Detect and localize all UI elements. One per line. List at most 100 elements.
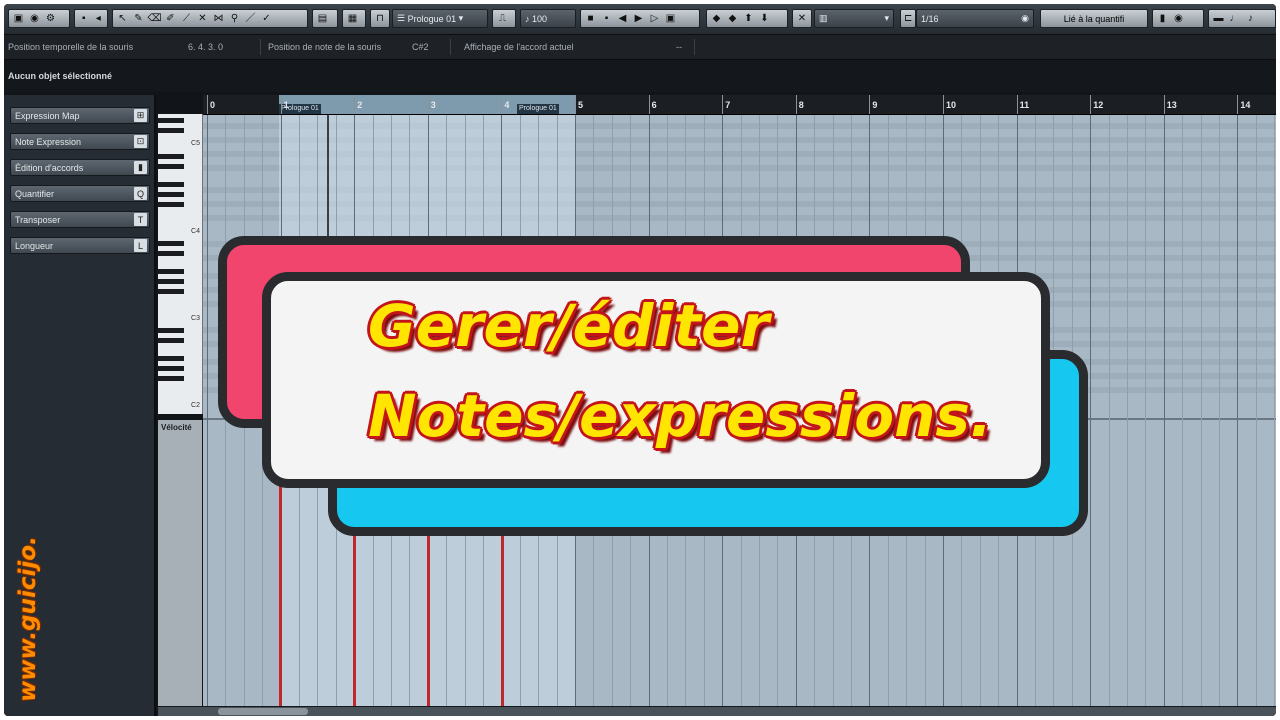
grid-line xyxy=(1200,115,1202,711)
ruler[interactable]: Prologue 01 Prologue 01 0 1 2 3 4 5 6 7 8 9 10 11 12… xyxy=(203,95,1276,115)
grid-line xyxy=(1274,115,1276,711)
ruler-bar-number: 7 xyxy=(725,100,731,110)
record-icon[interactable]: ■ xyxy=(584,12,597,25)
grid-line xyxy=(1237,115,1239,711)
black-key[interactable] xyxy=(158,289,184,294)
black-key[interactable] xyxy=(158,338,184,343)
ruler-bar-number: 1 xyxy=(283,100,289,110)
length-icon: L xyxy=(134,239,147,252)
rewind-icon[interactable]: ◀ xyxy=(616,12,629,25)
part-end-label: Prologue 01 xyxy=(517,104,559,114)
inspector-item-note-expression[interactable]: Note Expression ⊡ xyxy=(10,133,150,150)
midi-icon[interactable]: ⎍ xyxy=(496,12,509,25)
solo-icon[interactable]: ▪ xyxy=(78,12,90,25)
scissors-tool-icon[interactable]: ✕ xyxy=(196,12,209,25)
snap-icon[interactable]: ✕ xyxy=(796,12,808,25)
toolbar-group-autoscroll: ▤ xyxy=(312,9,338,28)
black-key[interactable] xyxy=(158,366,184,371)
black-key[interactable] xyxy=(158,128,184,133)
black-key[interactable] xyxy=(158,241,184,246)
inspector-item-quantize[interactable]: Quantifier Q xyxy=(10,185,150,202)
velocity-lane-header[interactable]: Vélocité xyxy=(158,420,202,710)
loop-icon[interactable]: ▣ xyxy=(664,12,677,25)
mouse-note-value: C#2 xyxy=(412,42,429,52)
inspector-item-label: Édition d'accords xyxy=(15,162,84,173)
note-icon[interactable]: ♩ xyxy=(1228,12,1241,25)
black-key[interactable] xyxy=(158,202,184,207)
length-selector[interactable]: Lié à la quantifi xyxy=(1040,9,1148,28)
autoscroll-icon[interactable]: ▤ xyxy=(316,12,329,25)
ruler-bar-number: 2 xyxy=(357,100,363,110)
arrow-tool-icon[interactable]: ↖ xyxy=(116,12,129,25)
trim-tool-icon[interactable]: ⟋ xyxy=(180,12,193,25)
part-list-icon[interactable]: ▦ xyxy=(346,12,359,25)
eighth-note-icon[interactable]: ♪ xyxy=(1244,12,1257,25)
feedback-icon[interactable]: ◂ xyxy=(93,12,105,25)
insert-velocity-field[interactable]: ♪ 100 xyxy=(520,9,576,28)
bars-icon[interactable]: ▮ xyxy=(1156,12,1169,25)
inspector-item-length[interactable]: Longueur L xyxy=(10,237,150,254)
eraser-tool-icon[interactable]: ⌫ xyxy=(147,12,161,25)
forward-icon[interactable]: ▷ xyxy=(648,12,661,25)
grid-line xyxy=(1145,115,1147,711)
black-key[interactable] xyxy=(158,279,184,284)
arrow-down-icon[interactable]: ⬇ xyxy=(758,12,771,25)
toolbar-group-insert-velocity: ⎍ xyxy=(492,9,516,28)
scrollbar-thumb[interactable] xyxy=(218,708,308,715)
part-selector[interactable]: ☰ Prologue 01 ▾ xyxy=(392,9,488,28)
ruler-bar-number: 12 xyxy=(1093,100,1104,110)
color-icon[interactable]: ◉ xyxy=(1172,12,1185,25)
window-icon[interactable]: ▣ xyxy=(12,12,25,25)
grid-line xyxy=(207,115,208,711)
black-key[interactable] xyxy=(158,192,184,197)
black-key[interactable] xyxy=(158,328,184,333)
quantize-icon[interactable]: ⊏ xyxy=(904,12,912,25)
ruler-bar-number: 5 xyxy=(578,100,584,110)
line-tool-icon[interactable]: ／ xyxy=(244,12,257,25)
black-key[interactable] xyxy=(158,154,184,159)
toolbar-group-edit-active: ⊓ xyxy=(370,9,390,28)
selection-status-text: Aucun objet sélectionné xyxy=(8,71,113,81)
grid-line xyxy=(1182,115,1184,711)
globe-icon[interactable]: ◉ xyxy=(28,12,41,25)
pencil-tool-icon[interactable]: ✎ xyxy=(132,12,145,25)
step-input-icon[interactable]: ▬ xyxy=(1212,12,1225,25)
piano-roll-window: ▣ ◉ ⚙ ▪ ◂ ↖ ✎ ⌫ ✐ ⟋ ✕ ⋈ ⚲ ／ ✓ ▤ ▦ ⊓ ☰ Pr… xyxy=(4,4,1276,716)
stop-icon[interactable]: ▪ xyxy=(600,12,613,25)
inspector-item-chord-editing[interactable]: Édition d'accords ▮ xyxy=(10,159,150,176)
piano-keyboard[interactable]: C5 C4 C3 C2 xyxy=(158,114,203,414)
mute-tool-icon[interactable]: ✓ xyxy=(260,12,273,25)
zoom-tool-icon[interactable]: ⚲ xyxy=(228,12,241,25)
horizontal-scrollbar[interactable] xyxy=(158,706,1276,716)
black-key[interactable] xyxy=(158,269,184,274)
key-label-c5: C5 xyxy=(191,140,200,147)
toolbar-group-transport: ■ ▪ ◀ ▶ ▷ ▣ xyxy=(580,9,700,28)
black-key[interactable] xyxy=(158,356,184,361)
snap-type-selector[interactable]: ▥ ▾ xyxy=(814,9,894,28)
black-key[interactable] xyxy=(158,118,184,123)
inspector-item-transpose[interactable]: Transposer T xyxy=(10,211,150,228)
arrow-up-icon[interactable]: ⬆ xyxy=(742,12,755,25)
edit-active-icon[interactable]: ⊓ xyxy=(374,12,386,25)
grid-line xyxy=(1163,115,1165,711)
ruler-tick xyxy=(869,95,871,114)
ruler-tick xyxy=(575,95,576,114)
arrow-right-icon[interactable]: ◆ xyxy=(726,12,739,25)
arrow-left-icon[interactable]: ◆ xyxy=(710,12,723,25)
toolbar-group-step: ▬ ♩ ♪ xyxy=(1208,9,1276,28)
black-key[interactable] xyxy=(158,251,184,256)
black-key[interactable] xyxy=(158,164,184,169)
transpose-icon: T xyxy=(134,213,147,226)
play-icon[interactable]: ▶ xyxy=(632,12,645,25)
inspector-item-expression-map[interactable]: Expression Map ⊞ xyxy=(10,107,150,124)
inspector-item-label: Note Expression xyxy=(15,136,82,147)
ruler-bar-number: 9 xyxy=(872,100,878,110)
black-key[interactable] xyxy=(158,376,184,381)
brush-tool-icon[interactable]: ✐ xyxy=(164,12,177,25)
toolbar-group-solo: ▪ ◂ xyxy=(74,9,108,28)
black-key[interactable] xyxy=(158,182,184,187)
quantize-selector[interactable]: 1/16 ◉ xyxy=(916,9,1034,28)
glue-tool-icon[interactable]: ⋈ xyxy=(212,12,225,25)
ruler-tick xyxy=(280,95,282,114)
link-icon[interactable]: ⚙ xyxy=(44,12,57,25)
